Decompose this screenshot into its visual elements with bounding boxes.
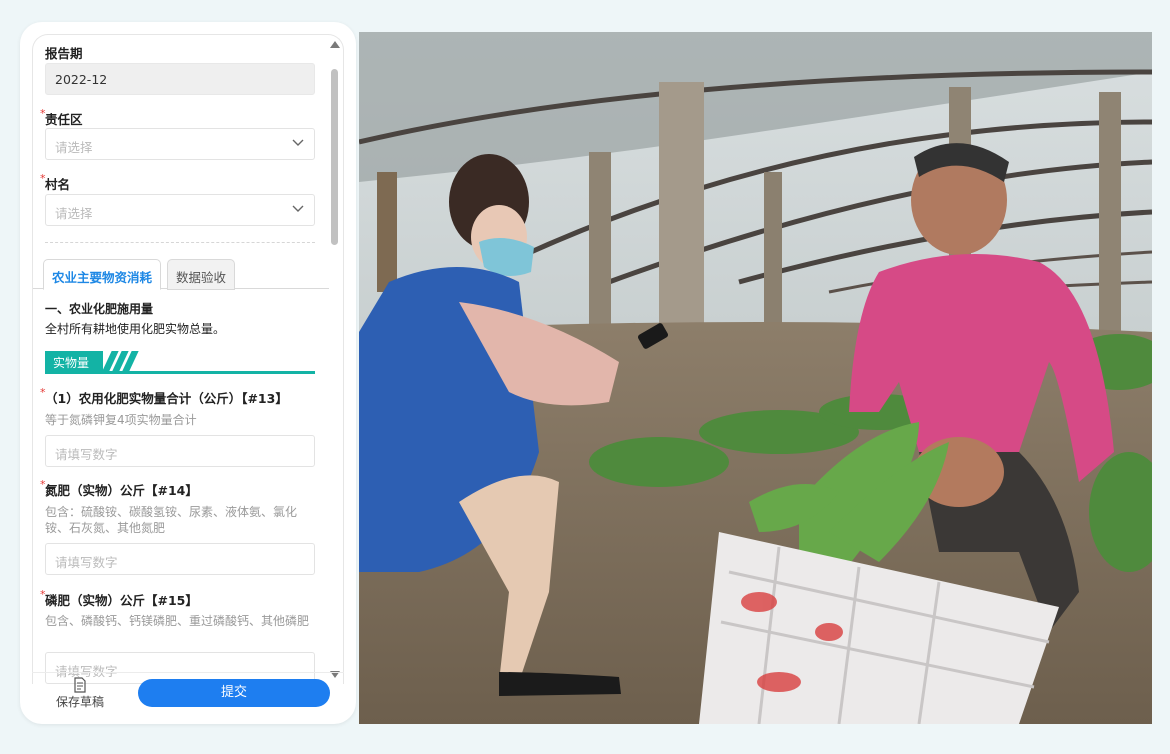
submit-button[interactable]: 提交 — [138, 679, 330, 707]
responsibility-area-placeholder: 请选择 — [55, 140, 93, 155]
question-14-input[interactable]: 请填写数字 — [45, 543, 315, 575]
form-scroll-area[interactable]: 报告期 2022-12 * 责任区 请选择 * 村名 请选择 农业主要物资消耗 … — [32, 34, 344, 684]
question-14-label-text: 氮肥（实物）公斤【#14】 — [45, 483, 198, 498]
responsibility-area-label-text: 责任区 — [45, 112, 83, 127]
save-draft-button[interactable]: 保存草稿 — [44, 677, 116, 711]
scroll-up-arrow[interactable] — [330, 41, 340, 48]
village-select[interactable]: 请选择 — [45, 194, 315, 226]
report-period-field: 2022-12 — [45, 63, 315, 95]
question-13-label-text: （1）农用化肥实物量合计（公斤）【#13】 — [45, 391, 288, 406]
section-title: 一、农业化肥施用量 — [45, 302, 154, 316]
question-13-input[interactable]: 请填写数字 — [45, 435, 315, 467]
question-15-label-text: 磷肥（实物）公斤【#15】 — [45, 593, 198, 608]
field-survey-photo — [359, 32, 1152, 724]
section-description: 全村所有耕地使用化肥实物总量。 — [45, 322, 226, 336]
tab-agri-materials[interactable]: 农业主要物资消耗 — [43, 259, 162, 290]
form-footer: 保存草稿 提交 — [32, 672, 344, 712]
question-15-label: * 磷肥（实物）公斤【#15】 — [40, 588, 198, 609]
question-14-hint: 包含：硫酸铵、碳酸氢铵、尿素、液体氨、氯化铵、石灰氮、其他氮肥 — [45, 505, 298, 535]
required-mark: * — [40, 588, 46, 601]
mobile-form-card: 报告期 2022-12 * 责任区 请选择 * 村名 请选择 农业主要物资消耗 … — [20, 22, 356, 724]
greenhouse-interview-illustration — [359, 32, 1152, 724]
survey-form: 报告期 2022-12 * 责任区 请选择 * 村名 请选择 农业主要物资消耗 … — [33, 35, 329, 684]
tab-data-acceptance[interactable]: 数据验收 — [167, 259, 236, 290]
question-14-label: * 氮肥（实物）公斤【#14】 — [40, 478, 198, 499]
required-mark: * — [40, 107, 46, 120]
village-label-text: 村名 — [45, 177, 71, 192]
required-mark: * — [40, 172, 46, 185]
document-edit-icon — [74, 677, 86, 693]
responsibility-area-label: * 责任区 — [40, 107, 83, 128]
question-15-hint: 包含、磷酸钙、钙镁磷肥、重过磷酸钙、其他磷肥 — [45, 614, 310, 628]
tab-bar: 农业主要物资消耗 数据验收 — [33, 259, 329, 290]
village-placeholder: 请选择 — [55, 206, 93, 221]
scrollbar-thumb[interactable] — [331, 69, 338, 245]
question-13-hint: 等于氮磷钾复4项实物量合计 — [45, 413, 197, 427]
required-mark: * — [40, 386, 46, 399]
village-label: * 村名 — [40, 172, 71, 193]
quantity-banner: 实物量 — [45, 351, 315, 374]
banner-label: 实物量 — [53, 356, 90, 370]
responsibility-area-select[interactable]: 请选择 — [45, 128, 315, 160]
report-period-label: 报告期 — [45, 46, 83, 61]
chevron-down-icon — [292, 139, 304, 146]
required-mark: * — [40, 478, 46, 491]
question-13-label: * （1）农用化肥实物量合计（公斤）【#13】 — [40, 386, 288, 407]
section-divider — [45, 242, 315, 243]
chevron-down-icon — [292, 205, 304, 212]
save-draft-label: 保存草稿 — [55, 695, 104, 709]
